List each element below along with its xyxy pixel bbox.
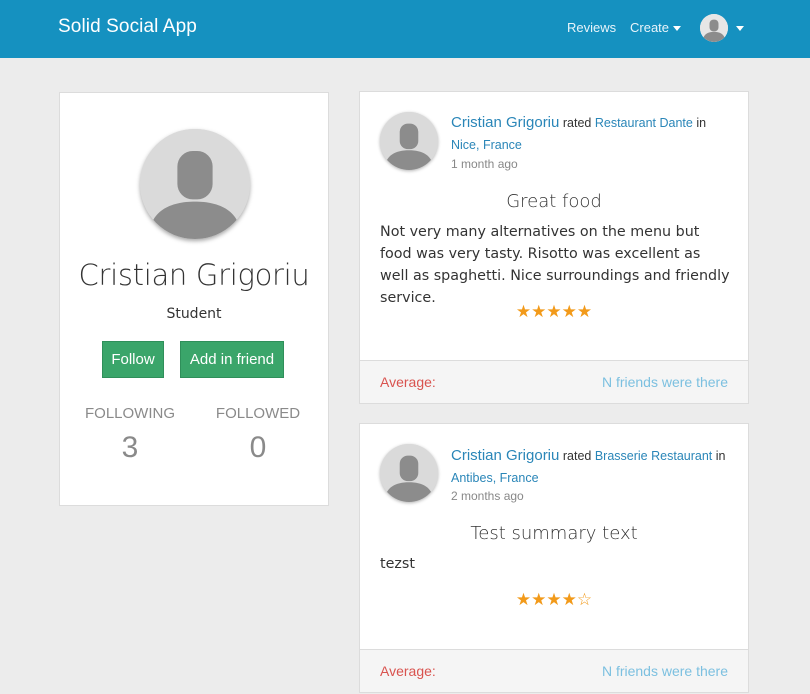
user-silhouette-icon xyxy=(140,129,250,239)
review-card: Cristian Grigoriu rated Brasserie Restau… xyxy=(359,423,749,693)
review-location-link[interactable]: Antibes, France xyxy=(451,471,539,485)
review-author-link[interactable]: Cristian Grigoriu xyxy=(451,447,559,464)
review-title: Test summary text xyxy=(470,523,638,544)
follow-button[interactable]: Follow xyxy=(102,341,164,378)
user-menu-avatar[interactable] xyxy=(700,14,728,42)
review-author-avatar[interactable] xyxy=(380,112,438,170)
in-text: in xyxy=(696,116,707,130)
add-friend-button[interactable]: Add in friend xyxy=(180,341,284,378)
rated-text: rated xyxy=(562,116,592,130)
user-silhouette-icon xyxy=(700,14,728,42)
profile-card: Cristian Grigoriu Student Follow Add in … xyxy=(59,92,329,506)
average-label: Average: xyxy=(380,663,436,679)
profile-name: Cristian Grigoriu xyxy=(78,258,310,292)
review-footer: Average: N friends were there xyxy=(360,360,748,403)
user-silhouette-icon xyxy=(380,444,438,502)
rated-text: rated xyxy=(562,449,592,463)
profile-avatar xyxy=(140,129,250,239)
top-navbar: Solid Social App Reviews Create xyxy=(0,0,810,58)
nav-reviews-link[interactable]: Reviews xyxy=(567,20,616,35)
in-text: in xyxy=(715,449,726,463)
friends-were-there-link[interactable]: N friends were there xyxy=(602,663,728,679)
app-brand[interactable]: Solid Social App xyxy=(58,16,197,38)
star-rating: ★★★★☆ xyxy=(515,590,593,610)
following-count[interactable]: 3 xyxy=(80,431,180,465)
review-place-link[interactable]: Restaurant Dante xyxy=(595,116,693,130)
following-label: FOLLOWING xyxy=(84,405,175,422)
friends-were-there-link[interactable]: N friends were there xyxy=(602,374,728,390)
review-footer: Average: N friends were there xyxy=(360,649,748,692)
review-header: Cristian Grigoriu rated Restaurant Dante… xyxy=(451,112,736,156)
review-place-link[interactable]: Brasserie Restaurant xyxy=(595,449,712,463)
review-author-avatar[interactable] xyxy=(380,444,438,502)
nav-create-dropdown[interactable]: Create xyxy=(630,20,682,35)
caret-down-icon[interactable] xyxy=(736,26,744,31)
nav-create-label: Create xyxy=(630,20,670,35)
followed-label: FOLLOWED xyxy=(215,405,301,422)
review-card: Cristian Grigoriu rated Restaurant Dante… xyxy=(359,91,749,404)
user-silhouette-icon xyxy=(380,112,438,170)
review-title: Great food xyxy=(506,191,602,212)
review-header: Cristian Grigoriu rated Brasserie Restau… xyxy=(451,445,736,489)
review-location-link[interactable]: Nice, France xyxy=(451,138,522,152)
review-timestamp: 2 months ago xyxy=(451,489,524,503)
followed-count[interactable]: 0 xyxy=(208,431,308,465)
star-rating: ★★★★★ xyxy=(515,302,593,322)
review-body: Not very many alternatives on the menu b… xyxy=(380,224,730,306)
review-author-link[interactable]: Cristian Grigoriu xyxy=(451,114,559,131)
profile-role: Student xyxy=(166,306,222,322)
review-timestamp: 1 month ago xyxy=(451,157,518,171)
average-label: Average: xyxy=(380,374,436,390)
caret-down-icon xyxy=(673,26,682,32)
review-body: tezst xyxy=(380,556,415,572)
